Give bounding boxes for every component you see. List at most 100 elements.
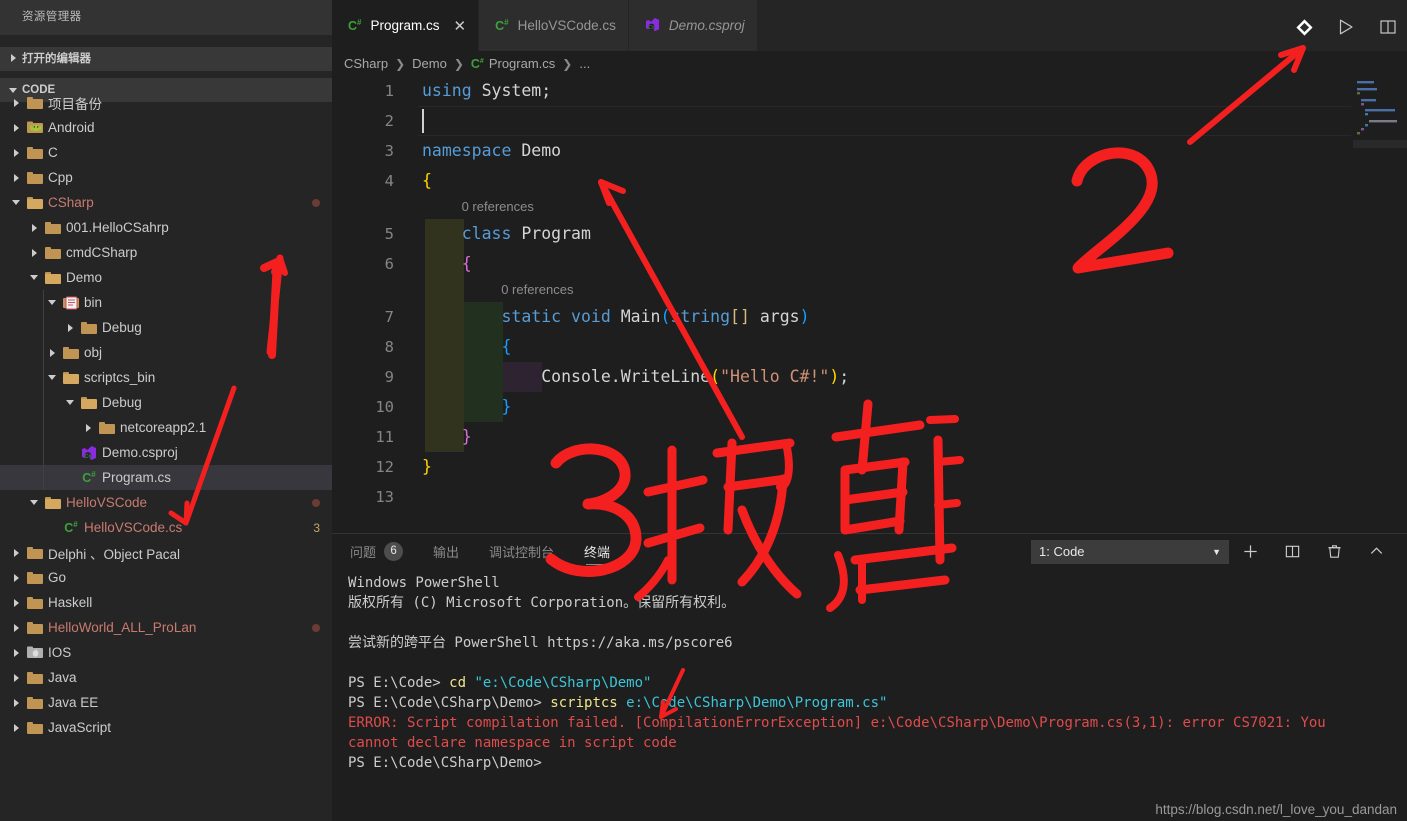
tree-item-label: HelloWorld_ALL_ProLan (48, 620, 197, 635)
tree-item-java[interactable]: Java (0, 665, 332, 690)
chevron-down-icon[interactable] (26, 275, 42, 280)
tree-item-go[interactable]: Go (0, 565, 332, 590)
collapse-panel-icon[interactable] (1355, 534, 1397, 569)
chevron-right-icon[interactable] (62, 323, 78, 332)
chevron-right-icon[interactable] (8, 123, 24, 132)
chevron-right-icon[interactable] (8, 573, 24, 582)
panel-tab-terminal[interactable]: 终端 (584, 534, 610, 569)
chevron-right-icon[interactable] (8, 723, 24, 732)
minimap[interactable] (1351, 76, 1407, 533)
terminal-output[interactable]: Windows PowerShell 版权所有 (C) Microsoft Cor… (348, 573, 1407, 821)
chevron-right-icon[interactable] (44, 348, 60, 357)
chevron-right-icon[interactable] (8, 673, 24, 682)
tree-item-[interactable]: 项目备份 (0, 95, 332, 115)
tree-item-ios[interactable]: IOS (0, 640, 332, 665)
tab-hellovscode-cs[interactable]: C# HelloVSCode.cs (479, 0, 629, 51)
tree-item-debug[interactable]: Debug (0, 315, 332, 340)
tree-item-scriptcs-bin[interactable]: scriptcs_bin (0, 365, 332, 390)
chevron-down-icon[interactable] (62, 400, 78, 405)
tree-item-helloworld-all-prolan[interactable]: HelloWorld_ALL_ProLan (0, 615, 332, 640)
tree-item-obj[interactable]: obj (0, 340, 332, 365)
line-text: { (461, 254, 472, 273)
chevron-right-icon[interactable] (8, 598, 24, 607)
tab-demo-csproj[interactable]: C# Demo.csproj (628, 0, 758, 51)
tree-item-demo-csproj[interactable]: C# Demo.csproj (0, 440, 332, 465)
section-open-editors[interactable]: 打开的编辑器 (0, 47, 332, 71)
tree-item-debug[interactable]: Debug (0, 390, 332, 415)
tree-item-hellovscode-cs[interactable]: C# HelloVSCode.cs 3 (0, 515, 332, 540)
csharp-file-icon: C# (348, 17, 362, 34)
tree-item-javascript[interactable]: JavaScript (0, 715, 332, 740)
tree-item-java-ee[interactable]: Java EE (0, 690, 332, 715)
panel-tab-output[interactable]: 输出 (433, 534, 459, 569)
line-text: using System; (422, 81, 552, 100)
section-open-editors-label: 打开的编辑器 (22, 53, 91, 65)
code-line: 11 } (332, 422, 1407, 452)
chevron-right-icon[interactable] (8, 148, 24, 157)
chevron-right-icon[interactable] (8, 173, 24, 182)
line-number: 6 (384, 255, 394, 273)
terminal-select[interactable]: 1: Code ▼ (1031, 539, 1229, 564)
new-terminal-icon[interactable] (1229, 534, 1271, 569)
tree-item-cmdcsharp[interactable]: cmdCSharp (0, 240, 332, 265)
chevron-right-icon[interactable] (80, 423, 96, 432)
code-line: 3 namespace Demo (332, 136, 1407, 166)
file-tree[interactable]: 项目备份 Android C Cpp CSharp 001.HelloCSahrp cmdC… (0, 95, 332, 821)
tree-item-001-hellocsahrp[interactable]: 001.HelloCSahrp (0, 215, 332, 240)
chevron-down-icon[interactable] (44, 375, 60, 380)
chevron-right-icon[interactable] (26, 223, 42, 232)
terminal-text: PS E:\Code> (348, 675, 450, 691)
tree-item-hellovscode[interactable]: HelloVSCode (0, 490, 332, 515)
folder-open-icon (78, 396, 100, 409)
csharp-file-icon: C# (82, 469, 96, 486)
breadcrumb-item-csharp[interactable]: CSharp (344, 56, 388, 71)
run-icon[interactable] (1335, 16, 1357, 38)
line-number: 10 (375, 398, 394, 416)
code-lens[interactable]: 0 references (462, 198, 534, 216)
breadcrumb-item-more[interactable]: ... (579, 56, 590, 71)
tree-item-bin[interactable]: bin (0, 290, 332, 315)
chevron-down-icon[interactable] (8, 200, 24, 205)
bin-folder-icon (60, 296, 82, 310)
tree-item-netcoreapp2-1[interactable]: netcoreapp2.1 (0, 415, 332, 440)
terminal-text: e:\Code\CSharp\Demo\Program.cs" (626, 695, 888, 711)
folder-icon (24, 721, 46, 734)
code-editor[interactable]: 1 using System; 2 3 namespace Demo 4{0 refere… (332, 76, 1407, 533)
terminal-line: PS E:\Code\CSharp\Demo> scriptcs e:\Code… (348, 693, 1407, 713)
tree-item-haskell[interactable]: Haskell (0, 590, 332, 615)
code-lens[interactable]: 0 references (501, 281, 573, 299)
panel-tab-problems[interactable]: 问题 6 (350, 534, 404, 569)
breadcrumb-item-program-cs[interactable]: C# Program.cs (471, 56, 555, 71)
chevron-down-icon[interactable] (44, 300, 60, 305)
tree-item-label: Haskell (48, 595, 93, 610)
tree-item-c[interactable]: C (0, 140, 332, 165)
tree-item-android[interactable]: Android (0, 115, 332, 140)
explorer-sidebar: 资源管理器 打开的编辑器 CODE 项目备份 Android C Cpp CSharp 0… (0, 0, 332, 821)
tree-item-program-cs[interactable]: C# Program.cs (0, 465, 332, 490)
chevron-right-icon[interactable] (8, 623, 24, 632)
csproj-file-icon: C# (645, 17, 660, 35)
tree-item-label: Debug (102, 395, 142, 410)
kill-terminal-icon[interactable] (1313, 534, 1355, 569)
split-editor-icon[interactable] (1377, 16, 1399, 38)
chevron-down-icon[interactable] (26, 500, 42, 505)
tree-item-demo[interactable]: Demo (0, 265, 332, 290)
split-terminal-icon[interactable] (1271, 534, 1313, 569)
chevron-right-icon[interactable] (8, 698, 24, 707)
tree-item-csharp[interactable]: CSharp (0, 190, 332, 215)
chevron-right-icon[interactable] (26, 248, 42, 257)
tree-item-delphi-object-pacal[interactable]: Delphi 、Object Pacal (0, 540, 332, 565)
chevron-right-icon[interactable] (8, 98, 24, 107)
chevron-right-icon[interactable] (8, 648, 24, 657)
tab-program-cs[interactable]: C# Program.cs ✕ (332, 0, 480, 51)
breadcrumb-separator-icon: ❯ (453, 56, 464, 71)
panel-tab-debug-console[interactable]: 调试控制台 (489, 534, 554, 569)
problem-count: 3 (313, 520, 320, 535)
line-text: { (422, 171, 432, 190)
source-control-icon[interactable] (1293, 16, 1315, 38)
close-icon[interactable]: ✕ (454, 17, 467, 35)
tree-item-cpp[interactable]: Cpp (0, 165, 332, 190)
chevron-right-icon[interactable] (8, 548, 24, 557)
breadcrumb-item-demo[interactable]: Demo (412, 56, 447, 71)
